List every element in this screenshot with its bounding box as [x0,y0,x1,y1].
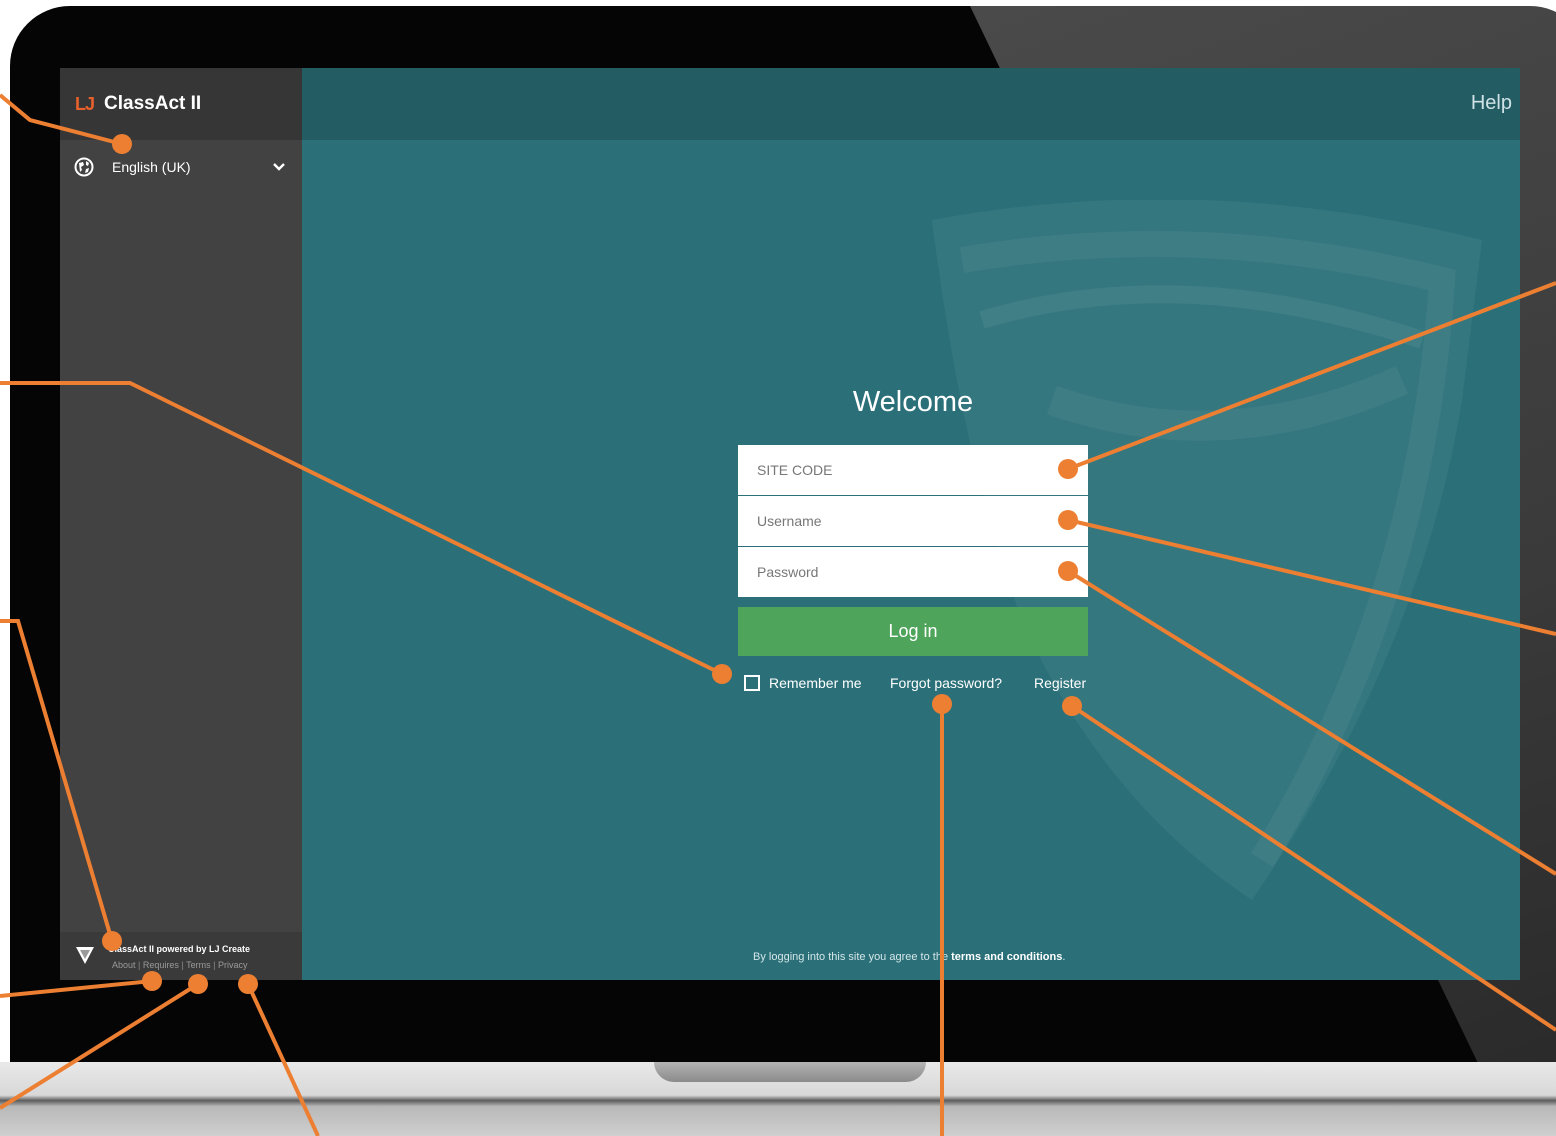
chevron-down-icon [273,163,285,171]
footer-separator: | [138,960,141,970]
password-input[interactable] [738,547,1088,597]
brand-logo: LJ [75,93,95,114]
register-link[interactable]: Register [1034,675,1086,691]
remember-me-label: Remember me [769,675,862,691]
welcome-title: Welcome [852,386,974,418]
sidebar: LJ ClassAct II English (UK) ClassAct II … [60,68,302,980]
app-name: ClassAct II [104,93,202,114]
username-input[interactable] [738,496,1088,546]
login-area: Welcome Log in Remember me Forgot passwo… [302,140,1520,980]
help-link[interactable]: Help [1471,92,1512,115]
forgot-password-link[interactable]: Forgot password? [890,675,1002,691]
powered-by-text: ClassAct II powered by LJ Create [108,944,251,954]
language-selector[interactable]: English (UK) [74,156,286,178]
terms-and-conditions-link[interactable]: terms and conditions [951,951,1062,963]
laptop-notch [654,1062,926,1082]
language-label: English (UK) [112,159,191,175]
shield-icon [76,947,94,964]
site-code-input[interactable] [738,445,1088,495]
about-link[interactable]: About [112,960,136,970]
footer-links: About | Requires | Terms | Privacy [112,960,248,970]
app-screen: LJ ClassAct II English (UK) ClassAct II … [60,68,1520,980]
login-button[interactable]: Log in [738,607,1088,656]
brand-header: LJ ClassAct II [60,68,302,140]
terms-link[interactable]: Terms [186,960,211,970]
terms-suffix: . [1062,951,1066,963]
requires-link[interactable]: Requires [143,960,179,970]
footer-separator: | [213,960,216,970]
privacy-link[interactable]: Privacy [218,960,248,970]
remember-me-checkbox[interactable]: Remember me [744,675,862,691]
sidebar-footer: ClassAct II powered by LJ Create About |… [60,932,302,980]
checkbox-icon [744,675,760,691]
terms-notice: By logging into this site you agree to t… [753,951,1065,963]
globe-icon [74,157,94,177]
footer-separator: | [181,960,184,970]
terms-prefix: By logging into this site you agree to t… [753,951,952,963]
top-bar: Help [302,68,1520,140]
